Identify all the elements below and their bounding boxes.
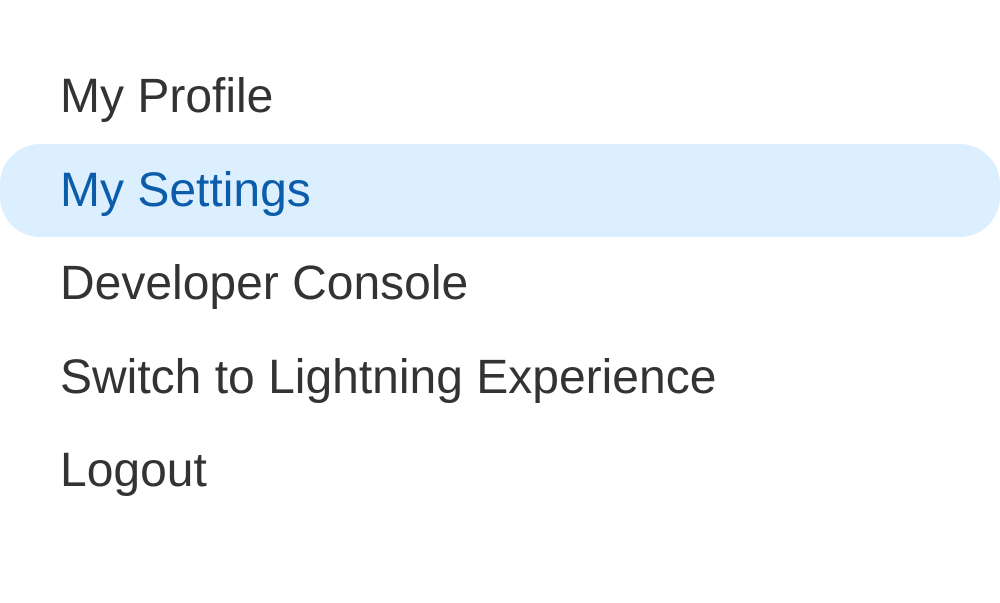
menu-item-label: Switch to Lightning Experience bbox=[60, 351, 716, 404]
menu-item-logout[interactable]: Logout bbox=[0, 424, 1000, 518]
menu-item-my-settings[interactable]: My Settings bbox=[0, 144, 1000, 238]
menu-item-my-profile[interactable]: My Profile bbox=[0, 50, 1000, 144]
menu-item-label: Logout bbox=[60, 444, 207, 497]
menu-item-label: My Profile bbox=[60, 70, 273, 123]
user-menu: My Profile My Settings Developer Console… bbox=[0, 0, 1000, 518]
menu-item-label: My Settings bbox=[60, 164, 311, 217]
menu-item-developer-console[interactable]: Developer Console bbox=[0, 237, 1000, 331]
menu-item-label: Developer Console bbox=[60, 257, 468, 310]
menu-item-switch-to-lightning[interactable]: Switch to Lightning Experience bbox=[0, 331, 1000, 425]
